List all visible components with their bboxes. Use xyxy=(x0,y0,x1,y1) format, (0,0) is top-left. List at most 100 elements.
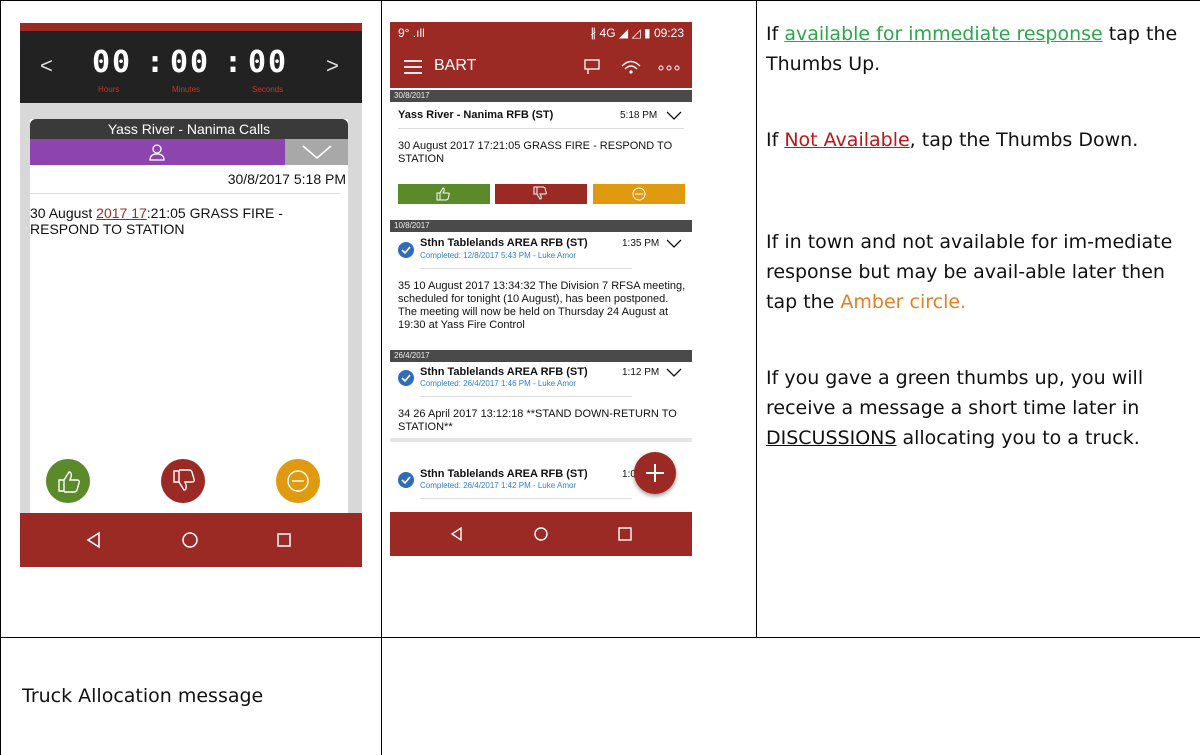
divider xyxy=(30,193,340,194)
menu-icon[interactable] xyxy=(404,60,422,74)
list-item-title[interactable]: Sthn Tablelands AREA RFB (ST) xyxy=(420,237,588,249)
thumbs-up-icon xyxy=(58,471,80,493)
instruction-text: If in town and not available for im-medi… xyxy=(766,231,1173,313)
call-card-title: Yass River - Nanima Calls xyxy=(30,119,348,139)
list-item-body: 35 10 August 2017 13:34:32 The Division … xyxy=(398,280,686,331)
list-item-body: 34 26 April 2017 13:12:18 **STAND DOWN-R… xyxy=(398,408,677,433)
timer-sep-1: : xyxy=(146,45,167,80)
timer-unit-minutes: Minutes xyxy=(172,85,201,94)
list-item-completed: Completed: 26/4/2017 1:42 PM - Luke Amor xyxy=(420,481,577,490)
instruction-discussions: If you gave a green thumbs up, you will … xyxy=(766,363,1196,453)
list-item-completed: Completed: 26/4/2017 1:46 PM - Luke Amor xyxy=(420,379,577,388)
chevron-down-icon[interactable] xyxy=(666,368,682,378)
instruction-thumbs-down: If Not Available, tap the Thumbs Down. xyxy=(766,125,1196,155)
timer-prev-arrow[interactable]: < xyxy=(40,53,53,79)
amber-circle-text: Amber circle. xyxy=(840,291,967,313)
chevron-down-icon xyxy=(302,145,332,160)
back-icon[interactable] xyxy=(84,530,104,550)
instruction-text: , tap the Thumbs Down. xyxy=(909,129,1139,151)
list-item-time: 5:18 PM xyxy=(620,110,658,121)
app-title: BART xyxy=(434,57,477,74)
list-item-title[interactable]: Yass River - Nanima RFB (ST) xyxy=(398,109,553,121)
instruction-amber: If in town and not available for im-medi… xyxy=(766,227,1196,317)
list-date-header: 30/8/2017 xyxy=(390,90,692,102)
thumbs-up-button[interactable] xyxy=(398,184,490,204)
more-icon[interactable] xyxy=(658,64,680,72)
timer-hours: 00 xyxy=(92,45,133,80)
chat-icon[interactable] xyxy=(582,59,602,75)
thumbs-up-button[interactable] xyxy=(46,459,90,503)
column-divider-1 xyxy=(381,0,382,755)
list-date-header: 26/4/2017 xyxy=(390,350,692,362)
list-item-title[interactable]: Sthn Tablelands AREA RFB (ST) xyxy=(420,366,588,378)
timer-sep-2: : xyxy=(224,45,245,80)
status-bar: 9° .ıll ∦ 4G ◢ ◿ ▮ 09:23 xyxy=(390,22,692,44)
timer-unit-hours: Hours xyxy=(98,85,120,94)
phone-screenshot-call-list: 9° .ıll ∦ 4G ◢ ◿ ▮ 09:23 BART 30/8/2017 … xyxy=(390,22,692,556)
call-message-prefix: 30 August xyxy=(30,205,97,221)
divider xyxy=(420,268,632,269)
discussions-text: DISCUSSIONS xyxy=(766,427,897,449)
completed-check-icon xyxy=(398,242,414,258)
amber-minus-button[interactable] xyxy=(276,459,320,503)
completed-check-icon xyxy=(398,370,414,386)
plus-icon xyxy=(646,464,664,482)
top-accent-bar xyxy=(20,23,362,31)
thumbs-down-icon xyxy=(173,469,195,491)
timer-next-arrow[interactable]: > xyxy=(326,53,339,79)
call-message-link[interactable]: 2017 17 xyxy=(96,205,147,221)
home-icon[interactable] xyxy=(180,530,200,550)
instruction-text: If you gave a green thumbs up, you will … xyxy=(766,367,1144,419)
chevron-down-icon[interactable] xyxy=(666,111,682,121)
status-right: ∦ 4G ◢ ◿ ▮ 09:23 xyxy=(590,26,684,40)
instruction-text: If xyxy=(766,23,785,45)
call-datetime: 30/8/2017 5:18 PM xyxy=(227,171,346,187)
add-fab-button[interactable] xyxy=(634,452,676,494)
instruction-text: If xyxy=(766,129,785,151)
truck-allocation-label: Truck Allocation message xyxy=(22,685,264,707)
timer-minutes: 00 xyxy=(170,45,211,80)
available-link[interactable]: available for immediate response xyxy=(784,23,1102,45)
person-icon xyxy=(149,144,165,161)
thumbs-down-button[interactable] xyxy=(495,184,587,204)
table-border-top xyxy=(0,0,1200,1)
countdown-timer: < 00 : 00 : 00 Hours Minutes Seconds > xyxy=(20,31,362,103)
divider xyxy=(390,438,692,442)
home-icon[interactable] xyxy=(532,525,550,543)
instruction-thumbs-up: If available for immediate response tap … xyxy=(766,19,1196,79)
divider xyxy=(420,498,632,499)
divider xyxy=(398,128,684,129)
not-available-link[interactable]: Not Available xyxy=(784,129,909,151)
list-item-completed: Completed: 12/8/2017 5:43 PM - Luke Amor xyxy=(420,251,577,260)
recents-icon[interactable] xyxy=(274,530,294,550)
call-card: Yass River - Nanima Calls 30/8/2017 5:18… xyxy=(30,119,348,515)
minus-circle-icon xyxy=(287,470,309,492)
app-bar: BART xyxy=(390,44,692,88)
table-border-left xyxy=(0,0,1,755)
recents-icon[interactable] xyxy=(616,525,634,543)
android-nav-bar xyxy=(20,513,362,567)
android-nav-bar xyxy=(390,512,692,556)
list-date-header: 10/8/2017 xyxy=(390,220,692,232)
timer-seconds: 00 xyxy=(248,45,289,80)
chevron-down-icon[interactable] xyxy=(666,239,682,249)
thumbs-down-button[interactable] xyxy=(161,459,205,503)
back-icon[interactable] xyxy=(448,525,466,543)
instruction-text: allocating you to a truck. xyxy=(896,427,1140,449)
list-item-time: 1:35 PM xyxy=(622,238,660,249)
call-message: 30 August 2017 17:21:05 GRASS FIRE - RES… xyxy=(30,205,340,237)
timer-unit-seconds: Seconds xyxy=(252,85,284,94)
column-divider-2 xyxy=(756,0,757,637)
expand-toggle[interactable] xyxy=(285,139,348,165)
row-divider xyxy=(0,637,1200,638)
signal-icon[interactable] xyxy=(620,58,642,76)
list-item-title[interactable]: Sthn Tablelands AREA RFB (ST) xyxy=(420,468,588,480)
call-body: Yass River - Nanima Calls 30/8/2017 5:18… xyxy=(20,103,362,515)
thumbs-up-icon xyxy=(436,187,450,201)
thumbs-down-icon xyxy=(533,186,547,200)
amber-minus-button[interactable] xyxy=(593,184,685,204)
phone-screenshot-call-detail: < 00 : 00 : 00 Hours Minutes Seconds > Y… xyxy=(20,23,362,567)
completed-check-icon xyxy=(398,472,414,488)
assignee-bar[interactable] xyxy=(30,139,285,165)
list-item-time: 1:12 PM xyxy=(622,367,660,378)
